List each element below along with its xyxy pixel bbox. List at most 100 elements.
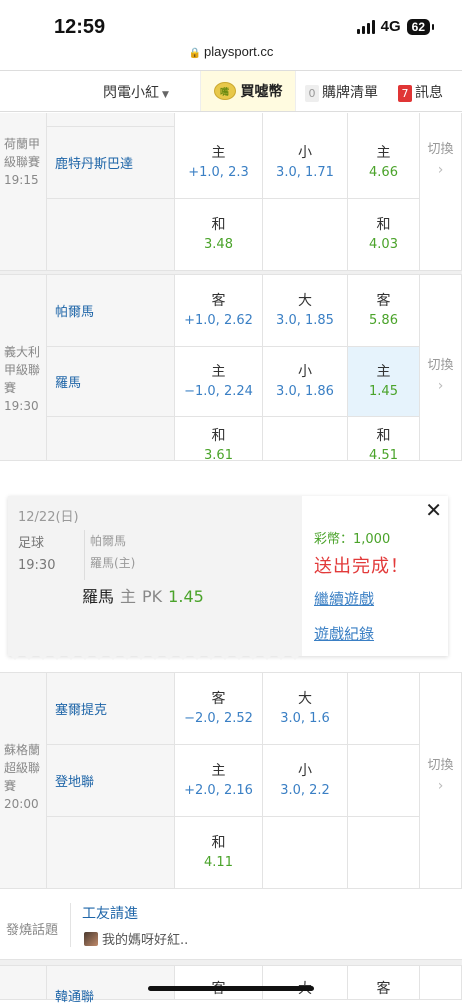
match-block: 義大利甲級聯賽 19:30 帕爾馬 羅馬 客 +1.0, 2.62 大 3.0, 1… — [0, 275, 462, 463]
buy-coins-label: 買噓幣 — [240, 84, 283, 100]
odds-cell[interactable]: 大 3.0, 1.6 — [263, 673, 348, 745]
odds-value: 3.0, 1.85 — [276, 312, 334, 328]
messages-link[interactable]: 7 訊息 — [398, 82, 443, 102]
odds-cell-empty — [263, 199, 348, 271]
team-name[interactable]: 鹿特丹斯巴達 — [47, 127, 175, 199]
odds-type: 客 — [211, 690, 226, 707]
odds-value: 3.0, 1.71 — [276, 164, 334, 180]
top-nav: 閃電小紅 ▼ 嘴 買噓幣 0 購牌清單 7 訊息 — [0, 70, 462, 112]
team-label: 登地聯 — [55, 775, 95, 790]
home-indicator[interactable] — [148, 986, 314, 991]
odds-type: 客 — [376, 980, 391, 997]
odds-cell-selected[interactable]: 主 1.45 — [348, 347, 420, 417]
chevron-right-icon: › — [437, 378, 444, 394]
odds-cell[interactable]: 大 — [263, 966, 348, 1000]
odds-cell[interactable]: 小 3.0, 2.2 — [263, 745, 348, 817]
league-name: 荷蘭甲級聯賽 — [4, 137, 41, 169]
cart-link[interactable]: 0 購牌清單 — [305, 82, 378, 102]
odds-cell[interactable]: 和 3.61 — [175, 417, 263, 463]
odds-cell[interactable]: 主 −1.0, 2.24 — [175, 347, 263, 417]
odds-type: 小 — [298, 144, 312, 161]
hot-topic-latest[interactable]: 我的媽呀好紅.. — [84, 929, 188, 948]
network-type: 4G — [380, 18, 401, 35]
odds-cell[interactable]: 小 3.0, 1.86 — [263, 347, 348, 417]
odds-cell-empty — [348, 745, 420, 817]
close-icon[interactable]: ✕ — [425, 498, 442, 522]
url-bar[interactable]: 🔒 playsport.cc — [0, 44, 462, 59]
odds-type: 小 — [298, 762, 312, 779]
odds-value: 3.0, 1.86 — [276, 383, 334, 399]
team-name[interactable]: 韓通聯 — [47, 966, 175, 1005]
odds-cell[interactable]: 主 4.66 — [348, 113, 420, 199]
coin-balance: 彩幣：1,000 — [314, 532, 391, 547]
team-label: 韓通聯 — [55, 990, 95, 1005]
team-name[interactable]: 塞爾提克 — [47, 673, 175, 745]
buy-coins-button[interactable]: 嘴 買噓幣 — [200, 71, 296, 111]
odds-type: 主 — [376, 363, 391, 380]
league-name: 義大利甲級聯賽 — [4, 345, 41, 395]
team-empty — [47, 199, 175, 271]
chevron-right-icon: › — [437, 162, 444, 178]
user-dropdown[interactable]: 閃電小紅 ▼ — [103, 82, 169, 102]
chevron-right-icon: › — [437, 778, 444, 794]
odds-value: 4.11 — [204, 854, 233, 870]
team-label: 塞爾提克 — [55, 703, 108, 718]
status-bar: 12:59 4G 62 🔒 playsport.cc — [0, 0, 462, 62]
odds-cell[interactable]: 小 3.0, 1.71 — [263, 113, 348, 199]
league-cell — [0, 966, 47, 1000]
odds-cell[interactable]: 客 5.86 — [348, 275, 420, 347]
odds-cell[interactable]: 客 +1.0, 2.62 — [175, 275, 263, 347]
ticket-pick: 羅馬主 PK 1.45 — [82, 583, 204, 607]
switch-button[interactable]: 切換 › — [420, 275, 462, 461]
match-time: 20:00 — [4, 797, 39, 811]
team-label: 鹿特丹斯巴達 — [55, 157, 134, 172]
url-text: playsport.cc — [204, 44, 274, 59]
team-name[interactable]: 帕爾馬 — [47, 275, 175, 347]
odds-cell[interactable]: 和 4.51 — [348, 417, 420, 463]
hot-topic-label: 發燒話題 — [6, 923, 59, 938]
odds-cell[interactable]: 客 −2.0, 2.52 — [175, 673, 263, 745]
battery-icon: 62 — [406, 18, 435, 35]
switch-button[interactable]: 切換 › — [420, 113, 462, 271]
odds-type: 和 — [211, 427, 226, 444]
match-block: 蘇格蘭超級聯賽 20:00 塞爾提克 登地聯 客 −2.0, 2.52 大 3.0,… — [0, 672, 462, 889]
cart-count-badge: 0 — [305, 85, 319, 102]
odds-cell[interactable]: 和 4.03 — [348, 199, 420, 271]
signal-icon — [356, 19, 375, 34]
odds-cell[interactable]: 大 3.0, 1.85 — [263, 275, 348, 347]
hot-topic-snippet: 我的媽呀好紅.. — [102, 933, 189, 948]
switch-button[interactable]: 切換 › — [420, 673, 462, 889]
hot-topic-banner[interactable]: 發燒話題 工友請進 我的媽呀好紅.. — [0, 888, 462, 960]
odds-type: 主 — [211, 144, 226, 161]
odds-value: −1.0, 2.24 — [184, 383, 253, 399]
team-label: 帕爾馬 — [55, 305, 95, 320]
odds-cell[interactable]: 和 4.11 — [175, 817, 263, 889]
odds-cell[interactable]: 主 +2.0, 2.16 — [175, 745, 263, 817]
league-name: 蘇格蘭超級聯賽 — [4, 743, 41, 793]
odds-value: 4.03 — [369, 236, 398, 252]
odds-cell[interactable]: 客 — [348, 966, 420, 1000]
odds-value: 5.86 — [369, 312, 398, 328]
match-block: 荷蘭甲級聯賽 19:15 鹿特丹斯巴達 主 +1.0, 2.3 小 3.0, 1.7… — [0, 113, 462, 271]
odds-cell[interactable]: 客 — [175, 966, 263, 1000]
odds-type: 大 — [298, 292, 312, 309]
league-cell: 義大利甲級聯賽 19:30 — [0, 275, 47, 461]
odds-cell[interactable]: 主 +1.0, 2.3 — [175, 113, 263, 199]
odds-type: 和 — [211, 834, 226, 851]
team-name[interactable]: 羅馬 — [47, 347, 175, 417]
team-label: 羅馬 — [55, 376, 82, 391]
odds-cell-empty — [263, 817, 348, 889]
odds-value: 3.48 — [204, 236, 233, 252]
odds-cell[interactable]: 和 3.48 — [175, 199, 263, 271]
lock-icon: 🔒 — [188, 48, 202, 59]
odds-type: 主 — [211, 762, 226, 779]
odds-cell-empty — [348, 817, 420, 889]
continue-game-link[interactable]: 繼續遊戲 — [314, 588, 374, 609]
game-records-link[interactable]: 遊戲紀錄 — [314, 623, 374, 644]
clock: 12:59 — [54, 16, 106, 38]
team-name[interactable]: 登地聯 — [47, 745, 175, 817]
odds-value: 1.45 — [369, 383, 398, 399]
hot-topic-title[interactable]: 工友請進 — [82, 903, 138, 923]
user-dropdown-label: 閃電小紅 — [103, 85, 159, 101]
team-empty — [47, 417, 175, 461]
